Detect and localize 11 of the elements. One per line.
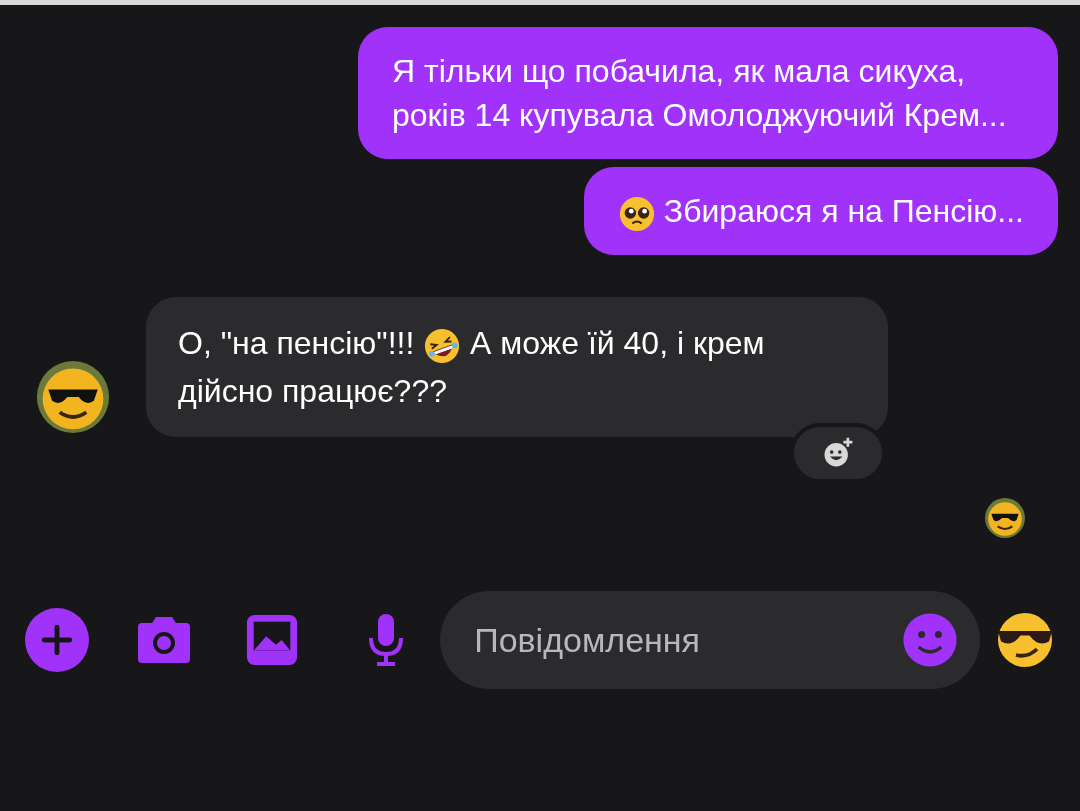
outgoing-message-bubble: Я тільки що побачила, як мала сикуха, років 14 купувала Омолоджуючий Крем... [358,27,1058,159]
smiley-icon[interactable] [902,612,959,668]
message-input[interactable]: Повідомлення [474,614,903,666]
laughing-face-icon [423,326,462,365]
message-input-field[interactable]: Повідомлення [440,591,981,689]
outgoing-message-bubble: Збираюся я на Пенсію... [583,167,1058,255]
seen-avatar [984,497,1026,539]
pleading-face-icon [617,194,656,233]
plus-icon [39,623,74,657]
image-icon [245,613,300,667]
incoming-message-bubble: О, "на пенсію"!!! А може їй 40, і крем дійсно працює??? [146,297,888,437]
